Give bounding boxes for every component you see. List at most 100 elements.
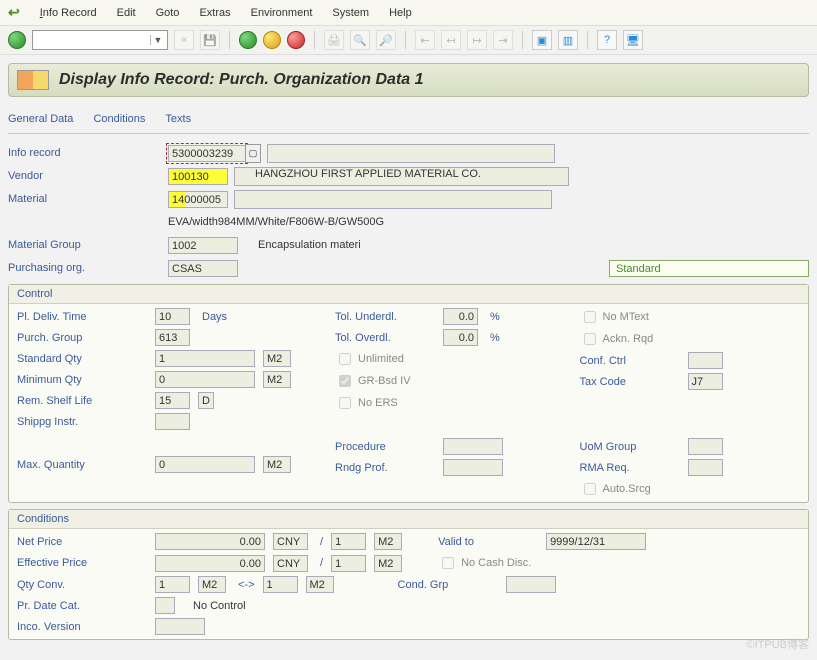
vendor-field[interactable]: 100130 [168, 168, 228, 185]
next-page-icon[interactable]: ↦ [467, 30, 487, 50]
info-record-field[interactable]: 5300003239 [168, 145, 246, 162]
qty-conv-v1[interactable]: 1 [155, 576, 190, 593]
help-icon[interactable]: ? [597, 30, 617, 50]
rndg-prof-field[interactable] [443, 459, 503, 476]
std-qty-field[interactable]: 1 [155, 350, 255, 367]
unlimited-checkbox[interactable]: Unlimited [335, 350, 404, 368]
pl-deliv-field[interactable]: 10 [155, 308, 190, 325]
ackn-rqd-checkbox[interactable]: Ackn. Rqd [580, 330, 654, 348]
shippg-label: Shippg Instr. [17, 416, 147, 428]
layout-icon[interactable]: ▥ [558, 30, 578, 50]
first-page-icon[interactable]: ⇤ [415, 30, 435, 50]
pr-date-cat-label: Pr. Date Cat. [17, 600, 147, 612]
app-icon[interactable] [17, 70, 49, 90]
no-cash-disc-checkbox[interactable]: No Cash Disc. [438, 554, 531, 572]
customize-icon[interactable]: 🖥 [623, 30, 643, 50]
rem-shelf-unit[interactable]: D [198, 392, 214, 409]
procedure-label: Procedure [335, 441, 435, 453]
std-qty-uom[interactable]: M2 [263, 350, 291, 367]
net-price-field[interactable]: 0.00 [155, 533, 265, 550]
eff-price-uom[interactable]: M2 [374, 555, 402, 572]
purch-org-label: Purchasing org. [8, 262, 168, 274]
purch-org-field[interactable]: CSAS [168, 260, 238, 277]
no-ers-checkbox[interactable]: No ERS [335, 394, 398, 412]
purch-group-label: Purch. Group [17, 332, 147, 344]
enter-icon[interactable] [8, 31, 26, 49]
shippg-field[interactable] [155, 413, 190, 430]
cancel-circle-icon[interactable] [287, 31, 305, 49]
valid-to-label: Valid to [438, 536, 538, 548]
inco-version-label: Inco. Version [17, 621, 147, 633]
max-qty-uom[interactable]: M2 [263, 456, 291, 473]
vendor-label: Vendor [8, 170, 168, 182]
tab-general-data[interactable]: General Data [8, 113, 73, 125]
exit-circle-icon[interactable] [263, 31, 281, 49]
min-qty-uom[interactable]: M2 [263, 371, 291, 388]
net-price-per[interactable]: 1 [331, 533, 366, 550]
net-price-curr[interactable]: CNY [273, 533, 308, 550]
inco-version-field[interactable] [155, 618, 205, 635]
menu-goto[interactable]: Goto [156, 7, 180, 19]
rma-req-field[interactable] [688, 459, 723, 476]
find-icon[interactable]: 🔍 [350, 30, 370, 50]
new-session-icon[interactable]: ▣ [532, 30, 552, 50]
app-toolbar: General Data Conditions Texts [8, 105, 809, 134]
menu-info-record[interactable]: Info Record [40, 7, 97, 19]
tax-code-field[interactable]: J7 [688, 373, 723, 390]
eff-price-per[interactable]: 1 [331, 555, 366, 572]
tab-conditions[interactable]: Conditions [93, 113, 145, 125]
tol-over-field[interactable]: 0.0 [443, 329, 478, 346]
conditions-panel: Conditions Net Price 0.00 CNY / 1 M2 Val… [8, 509, 809, 640]
cond-grp-label: Cond. Grp [398, 579, 498, 591]
menu-extras[interactable]: Extras [199, 7, 230, 19]
cond-grp-field[interactable] [506, 576, 556, 593]
last-page-icon[interactable]: ⇥ [493, 30, 513, 50]
valid-to-field[interactable]: 9999/12/31 [546, 533, 646, 550]
menu-help[interactable]: Help [389, 7, 412, 19]
no-mtext-checkbox[interactable]: No MText [580, 308, 649, 326]
exit-icon[interactable]: ↩ [8, 4, 20, 21]
qty-conv-u2[interactable]: M2 [306, 576, 334, 593]
max-qty-field[interactable]: 0 [155, 456, 255, 473]
back-icon[interactable]: « [174, 30, 194, 50]
rem-shelf-label: Rem. Shelf Life [17, 395, 147, 407]
net-price-uom[interactable]: M2 [374, 533, 402, 550]
conf-ctrl-field[interactable] [688, 352, 723, 369]
find-next-icon[interactable]: 🔎 [376, 30, 396, 50]
material-label: Material [8, 193, 168, 205]
rem-shelf-field[interactable]: 15 [155, 392, 190, 409]
uom-group-field[interactable] [688, 438, 723, 455]
qty-conv-u1[interactable]: M2 [198, 576, 226, 593]
menu-system[interactable]: System [332, 7, 369, 19]
print-icon[interactable]: 🖨 [324, 30, 344, 50]
min-qty-label: Minimum Qty [17, 374, 147, 386]
vendor-name: HANGZHOU FIRST APPLIED MATERIAL CO. [234, 167, 569, 186]
auto-srcg-checkbox[interactable]: Auto.Srcg [580, 480, 651, 498]
procedure-field[interactable] [443, 438, 503, 455]
tab-texts[interactable]: Texts [165, 113, 191, 125]
material-field[interactable]: 14000005 [168, 191, 228, 208]
qty-conv-v2[interactable]: 1 [263, 576, 298, 593]
save-icon[interactable]: 💾 [200, 30, 220, 50]
tol-under-label: Tol. Underdl. [335, 311, 435, 323]
gr-bsd-iv-checkbox[interactable]: GR-Bsd IV [335, 372, 411, 390]
material-group-label: Material Group [8, 239, 168, 251]
command-field[interactable]: ▼ [32, 30, 168, 50]
min-qty-field[interactable]: 0 [155, 371, 255, 388]
eff-price-curr[interactable]: CNY [273, 555, 308, 572]
prev-page-icon[interactable]: ↤ [441, 30, 461, 50]
material-group-field[interactable]: 1002 [168, 237, 238, 254]
menu-environment[interactable]: Environment [251, 7, 313, 19]
tol-under-field[interactable]: 0.0 [443, 308, 478, 325]
pr-date-cat-field[interactable] [155, 597, 175, 614]
purch-group-field[interactable]: 613 [155, 329, 190, 346]
back-circle-icon[interactable] [239, 31, 257, 49]
watermark: ©ITPUB博客 [747, 636, 810, 652]
info-record-f4-icon[interactable]: ▢ [245, 144, 261, 163]
menu-edit[interactable]: Edit [117, 7, 136, 19]
title-bar: Display Info Record: Purch. Organization… [8, 63, 809, 97]
eff-price-field[interactable]: 0.00 [155, 555, 265, 572]
info-record-label: Info record [8, 147, 168, 159]
net-price-label: Net Price [17, 536, 147, 548]
toolbar: ▼ « 💾 🖨 🔍 🔎 ⇤ ↤ ↦ ⇥ ▣ ▥ ? 🖥 [0, 26, 817, 55]
